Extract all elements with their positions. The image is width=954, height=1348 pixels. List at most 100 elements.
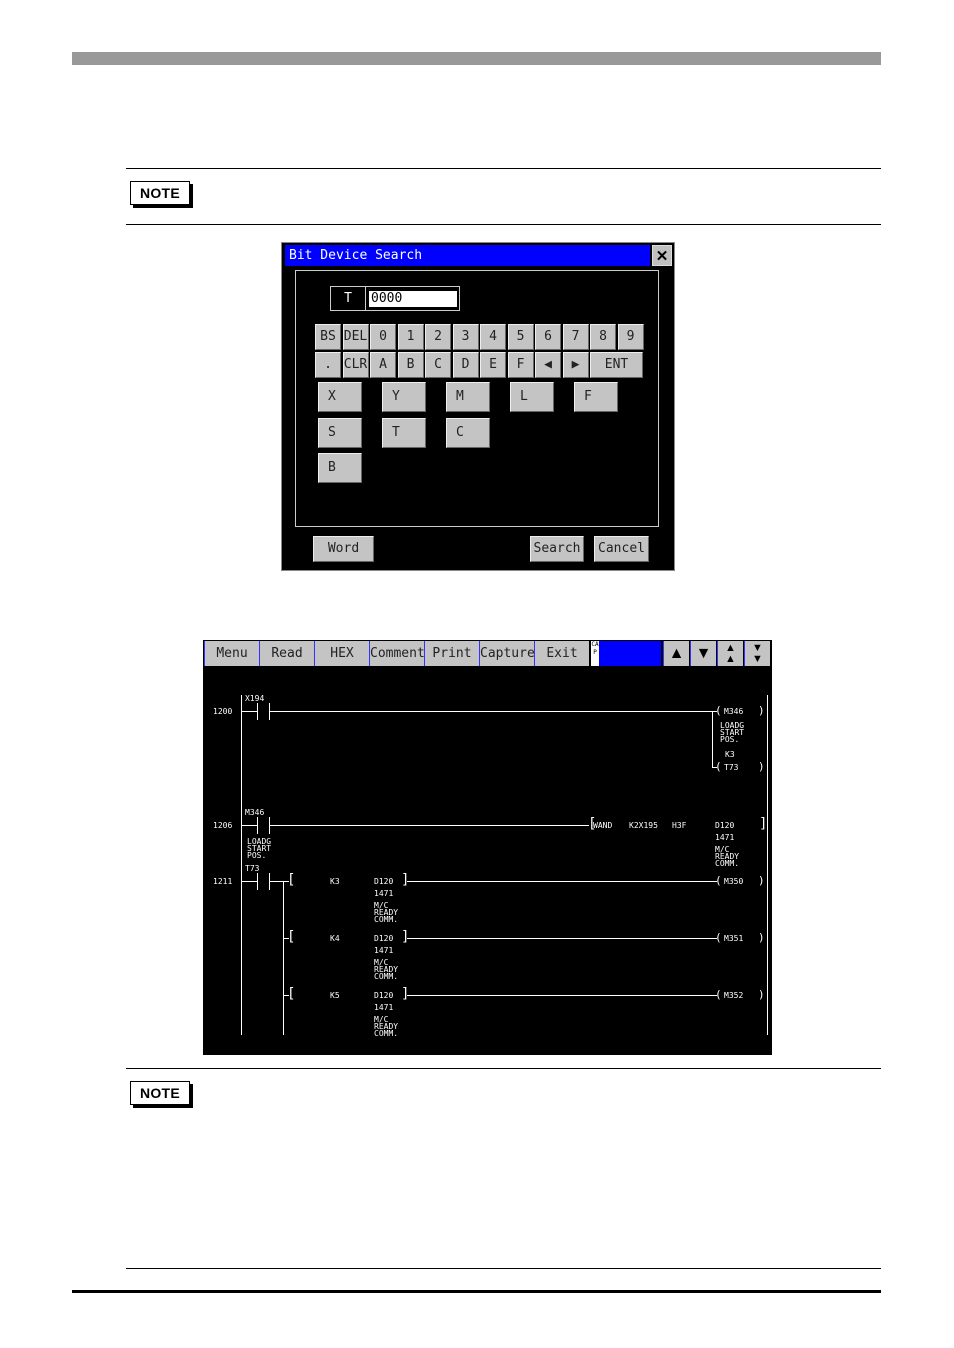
compare-device: D120 [374, 877, 394, 886]
page-up-icon: ▲ ▲ [725, 642, 736, 665]
device-key-l[interactable]: L [510, 382, 554, 412]
device-comment: COMM. [374, 915, 399, 924]
search-button[interactable]: Search [530, 536, 584, 562]
device-key-t[interactable]: T [382, 418, 426, 448]
instruction-op: WAND [593, 821, 613, 830]
coil-close: ) [758, 931, 765, 944]
coil-label: M352 [724, 991, 744, 1000]
instruction-operand: H3F [672, 821, 687, 830]
coil-comment: POS. [720, 735, 740, 744]
step-number: 1200 [213, 707, 233, 716]
toolbar: Menu Read HEX Comment Print Capture Exit… [203, 640, 772, 667]
right-power-rail [767, 695, 768, 1035]
key-ent[interactable]: ENT [590, 352, 643, 378]
key-a[interactable]: A [370, 352, 396, 378]
divider [126, 224, 881, 225]
key-cursor-left[interactable]: ◀ [535, 352, 561, 378]
dialog-title: Bit Device Search [285, 245, 650, 266]
wire [269, 825, 589, 826]
contact-comment: POS. [247, 851, 267, 860]
key-f[interactable]: F [507, 352, 534, 378]
compare-value: K4 [330, 934, 340, 943]
device-key-c[interactable]: C [446, 418, 490, 448]
key-cursor-right[interactable]: ▶ [562, 352, 589, 378]
key-2[interactable]: 2 [425, 324, 451, 350]
key-del[interactable]: DEL [342, 324, 369, 350]
contact-left [257, 873, 258, 890]
device-comment: COMM. [374, 972, 399, 981]
read-button[interactable]: Read [259, 641, 314, 666]
device-key-f[interactable]: F [574, 382, 618, 412]
key-clr[interactable]: CLR [342, 352, 369, 378]
instruction-close: ] [759, 816, 768, 832]
coil-label: M351 [724, 934, 744, 943]
key-7[interactable]: 7 [562, 324, 589, 350]
device-comment: COMM. [374, 1029, 399, 1038]
compare-open: [ [287, 872, 296, 888]
word-button[interactable]: Word [313, 536, 374, 562]
footer-rule [72, 1290, 881, 1293]
compare-close: ] [401, 872, 410, 888]
key-5[interactable]: 5 [507, 324, 534, 350]
note-badge: NOTE [130, 181, 190, 205]
device-value: 1471 [715, 833, 735, 842]
hex-button[interactable]: HEX [314, 641, 369, 666]
contact-left [257, 817, 258, 834]
capture-indicator: CAP [591, 641, 661, 666]
compare-device: D120 [374, 991, 394, 1000]
compare-value: K3 [330, 877, 340, 886]
key-c[interactable]: C [425, 352, 451, 378]
key-0[interactable]: 0 [370, 324, 396, 350]
key-bs[interactable]: BS [315, 324, 341, 350]
dialog-panel: T BSDEL0123456789.CLRABCDEF◀▶ENTXYMLFSTC… [295, 270, 659, 527]
key-4[interactable]: 4 [480, 324, 506, 350]
device-key-s[interactable]: S [318, 418, 362, 448]
wire [407, 938, 717, 939]
contact-label: X194 [245, 694, 265, 703]
key-e[interactable]: E [480, 352, 506, 378]
wire [407, 881, 717, 882]
device-key-m[interactable]: M [446, 382, 490, 412]
wire [241, 881, 257, 882]
key-6[interactable]: 6 [535, 324, 561, 350]
wire [241, 711, 257, 712]
capture-button[interactable]: Capture [479, 641, 535, 666]
device-type-label: T [331, 287, 366, 310]
key-d[interactable]: D [452, 352, 479, 378]
key-9[interactable]: 9 [617, 324, 644, 350]
cap-label: CAP [591, 641, 599, 666]
left-power-rail [241, 695, 242, 1035]
scroll-down-button[interactable]: ▼ [690, 641, 716, 666]
wire [407, 995, 717, 996]
key-b[interactable]: B [397, 352, 424, 378]
step-number: 1206 [213, 821, 233, 830]
exit-button[interactable]: Exit [534, 641, 589, 666]
branch-rail [283, 881, 284, 1035]
page-down-button[interactable]: ▼ ▼ [744, 641, 770, 666]
wire [241, 825, 257, 826]
device-key-b[interactable]: B [318, 453, 362, 483]
key-dot[interactable]: . [315, 352, 341, 378]
key-1[interactable]: 1 [397, 324, 424, 350]
device-key-y[interactable]: Y [382, 382, 426, 412]
divider [126, 168, 881, 169]
device-key-x[interactable]: X [318, 382, 362, 412]
instruction-operand: K2X195 [629, 821, 658, 830]
comment-button[interactable]: Comment [369, 641, 425, 666]
device-number-input[interactable] [369, 291, 457, 307]
close-button[interactable]: ✕ [652, 245, 672, 266]
device-value: 1471 [374, 1003, 394, 1012]
compare-open: [ [287, 986, 296, 1002]
divider [126, 1268, 881, 1269]
compare-value: K5 [330, 991, 340, 1000]
key-8[interactable]: 8 [590, 324, 616, 350]
scroll-up-button[interactable]: ▲ [663, 641, 689, 666]
page-up-button[interactable]: ▲ ▲ [717, 641, 743, 666]
coil-close: ) [758, 704, 765, 717]
coil-label: M346 [724, 707, 744, 716]
bit-device-search-dialog: Bit Device Search ✕ T BSDEL0123456789.CL… [281, 242, 675, 571]
menu-button[interactable]: Menu [204, 641, 259, 666]
print-button[interactable]: Print [424, 641, 479, 666]
cancel-button[interactable]: Cancel [594, 536, 649, 562]
key-3[interactable]: 3 [452, 324, 479, 350]
